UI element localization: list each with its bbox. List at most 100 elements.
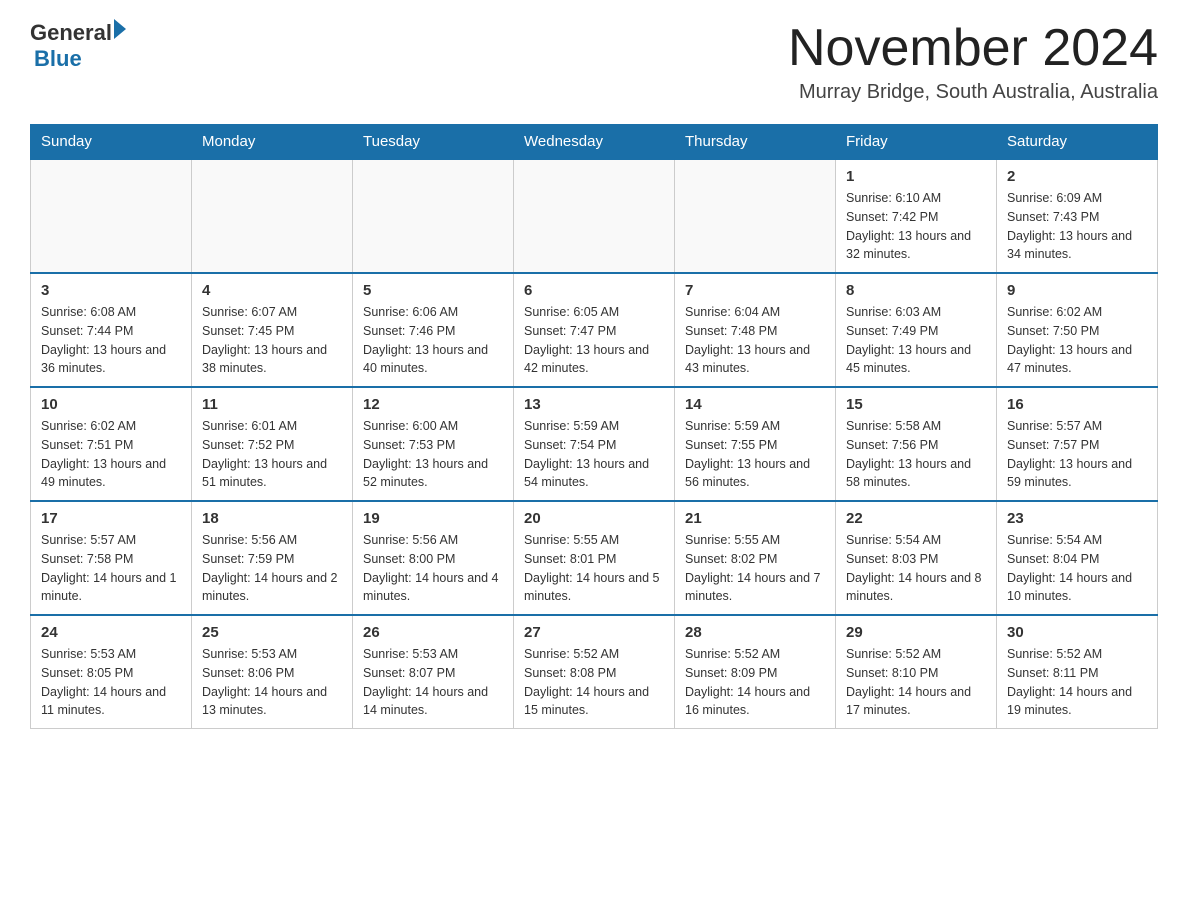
day-info: Sunrise: 6:10 AM Sunset: 7:42 PM Dayligh… — [846, 189, 986, 264]
day-number: 27 — [524, 624, 664, 641]
day-info: Sunrise: 5:57 AM Sunset: 7:58 PM Dayligh… — [41, 531, 181, 606]
calendar-cell: 11Sunrise: 6:01 AM Sunset: 7:52 PM Dayli… — [192, 387, 353, 501]
calendar-cell: 30 Sunrise: 5:52 AM Sunset: 8:11 PM Dayli… — [997, 615, 1158, 729]
calendar-table: SundayMondayTuesdayWednesdayThursdayFrid… — [30, 124, 1158, 729]
day-number: 28 — [685, 624, 825, 641]
day-number: 14 — [685, 396, 825, 413]
calendar-cell — [675, 159, 836, 273]
day-number: 6 — [524, 282, 664, 299]
day-number: 24 — [41, 624, 181, 641]
day-number: 16 — [1007, 396, 1147, 413]
day-info: Sunrise: 5:55 AM Sunset: 8:01 PM Dayligh… — [524, 531, 664, 606]
calendar-cell: 21 Sunrise: 5:55 AM Sunset: 8:02 PM Dayli… — [675, 501, 836, 615]
calendar-cell: 14Sunrise: 5:59 AM Sunset: 7:55 PM Dayli… — [675, 387, 836, 501]
day-number: 12 — [363, 396, 503, 413]
day-info: Sunrise: 5:52 AM Sunset: 8:11 PM Dayligh… — [1007, 645, 1147, 720]
day-number: 1 — [846, 168, 986, 185]
logo-general: General — [30, 20, 112, 46]
calendar-header-tuesday: Tuesday — [353, 125, 514, 160]
calendar-header-row: SundayMondayTuesdayWednesdayThursdayFrid… — [31, 125, 1158, 160]
day-number: 17 — [41, 510, 181, 527]
day-number: 15 — [846, 396, 986, 413]
day-number: 8 — [846, 282, 986, 299]
calendar-cell — [192, 159, 353, 273]
calendar-cell: 19 Sunrise: 5:56 AM Sunset: 8:00 PM Dayli… — [353, 501, 514, 615]
title-section: November 2024 Murray Bridge, South Austr… — [788, 20, 1158, 104]
calendar-cell: 16 Sunrise: 5:57 AM Sunset: 7:57 PM Dayli… — [997, 387, 1158, 501]
day-info: Sunrise: 5:53 AM Sunset: 8:07 PM Dayligh… — [363, 645, 503, 720]
day-number: 7 — [685, 282, 825, 299]
day-number: 2 — [1007, 168, 1147, 185]
calendar-cell — [514, 159, 675, 273]
day-number: 19 — [363, 510, 503, 527]
day-info: Sunrise: 5:56 AM Sunset: 8:00 PM Dayligh… — [363, 531, 503, 606]
page-header: General Blue November 2024 Murray Bridge… — [30, 20, 1158, 104]
calendar-cell — [353, 159, 514, 273]
logo: General Blue — [30, 20, 126, 72]
day-number: 5 — [363, 282, 503, 299]
calendar-cell: 6 Sunrise: 6:05 AM Sunset: 7:47 PM Daylig… — [514, 273, 675, 387]
day-info: Sunrise: 6:09 AM Sunset: 7:43 PM Dayligh… — [1007, 189, 1147, 264]
day-info: Sunrise: 6:08 AM Sunset: 7:44 PM Dayligh… — [41, 303, 181, 378]
calendar-cell: 29 Sunrise: 5:52 AM Sunset: 8:10 PM Dayli… — [836, 615, 997, 729]
week-row-2: 3 Sunrise: 6:08 AM Sunset: 7:44 PM Daylig… — [31, 273, 1158, 387]
day-number: 3 — [41, 282, 181, 299]
day-number: 22 — [846, 510, 986, 527]
day-info: Sunrise: 5:52 AM Sunset: 8:10 PM Dayligh… — [846, 645, 986, 720]
logo-arrow-icon — [114, 19, 126, 39]
calendar-header-monday: Monday — [192, 125, 353, 160]
calendar-cell: 5 Sunrise: 6:06 AM Sunset: 7:46 PM Daylig… — [353, 273, 514, 387]
day-number: 20 — [524, 510, 664, 527]
calendar-cell: 18Sunrise: 5:56 AM Sunset: 7:59 PM Dayli… — [192, 501, 353, 615]
day-number: 9 — [1007, 282, 1147, 299]
calendar-cell: 26 Sunrise: 5:53 AM Sunset: 8:07 PM Dayli… — [353, 615, 514, 729]
location-title: Murray Bridge, South Australia, Australi… — [788, 81, 1158, 104]
calendar-cell: 25Sunrise: 5:53 AM Sunset: 8:06 PM Dayli… — [192, 615, 353, 729]
day-info: Sunrise: 6:04 AM Sunset: 7:48 PM Dayligh… — [685, 303, 825, 378]
week-row-3: 10Sunrise: 6:02 AM Sunset: 7:51 PM Dayli… — [31, 387, 1158, 501]
day-number: 13 — [524, 396, 664, 413]
day-info: Sunrise: 5:58 AM Sunset: 7:56 PM Dayligh… — [846, 417, 986, 492]
day-number: 29 — [846, 624, 986, 641]
calendar-header-wednesday: Wednesday — [514, 125, 675, 160]
calendar-cell: 15 Sunrise: 5:58 AM Sunset: 7:56 PM Dayli… — [836, 387, 997, 501]
day-info: Sunrise: 6:06 AM Sunset: 7:46 PM Dayligh… — [363, 303, 503, 378]
calendar-cell: 13 Sunrise: 5:59 AM Sunset: 7:54 PM Dayli… — [514, 387, 675, 501]
calendar-cell: 2 Sunrise: 6:09 AM Sunset: 7:43 PM Daylig… — [997, 159, 1158, 273]
calendar-cell: 7 Sunrise: 6:04 AM Sunset: 7:48 PM Daylig… — [675, 273, 836, 387]
day-number: 11 — [202, 396, 342, 413]
day-number: 21 — [685, 510, 825, 527]
calendar-cell — [31, 159, 192, 273]
calendar-header-sunday: Sunday — [31, 125, 192, 160]
day-info: Sunrise: 5:55 AM Sunset: 8:02 PM Dayligh… — [685, 531, 825, 606]
day-number: 30 — [1007, 624, 1147, 641]
calendar-cell: 1 Sunrise: 6:10 AM Sunset: 7:42 PM Daylig… — [836, 159, 997, 273]
day-number: 23 — [1007, 510, 1147, 527]
calendar-cell: 4Sunrise: 6:07 AM Sunset: 7:45 PM Daylig… — [192, 273, 353, 387]
day-info: Sunrise: 5:52 AM Sunset: 8:09 PM Dayligh… — [685, 645, 825, 720]
day-info: Sunrise: 5:57 AM Sunset: 7:57 PM Dayligh… — [1007, 417, 1147, 492]
day-number: 10 — [41, 396, 181, 413]
day-info: Sunrise: 5:59 AM Sunset: 7:54 PM Dayligh… — [524, 417, 664, 492]
day-info: Sunrise: 6:02 AM Sunset: 7:50 PM Dayligh… — [1007, 303, 1147, 378]
calendar-cell: 17 Sunrise: 5:57 AM Sunset: 7:58 PM Dayli… — [31, 501, 192, 615]
week-row-5: 24 Sunrise: 5:53 AM Sunset: 8:05 PM Dayli… — [31, 615, 1158, 729]
day-info: Sunrise: 6:07 AM Sunset: 7:45 PM Dayligh… — [202, 303, 342, 378]
day-info: Sunrise: 5:53 AM Sunset: 8:05 PM Dayligh… — [41, 645, 181, 720]
day-info: Sunrise: 5:52 AM Sunset: 8:08 PM Dayligh… — [524, 645, 664, 720]
day-info: Sunrise: 5:54 AM Sunset: 8:04 PM Dayligh… — [1007, 531, 1147, 606]
day-info: Sunrise: 6:05 AM Sunset: 7:47 PM Dayligh… — [524, 303, 664, 378]
calendar-header-friday: Friday — [836, 125, 997, 160]
calendar-cell: 9 Sunrise: 6:02 AM Sunset: 7:50 PM Daylig… — [997, 273, 1158, 387]
day-number: 18 — [202, 510, 342, 527]
month-title: November 2024 — [788, 20, 1158, 77]
day-number: 26 — [363, 624, 503, 641]
day-info: Sunrise: 6:03 AM Sunset: 7:49 PM Dayligh… — [846, 303, 986, 378]
calendar-cell: 22 Sunrise: 5:54 AM Sunset: 8:03 PM Dayli… — [836, 501, 997, 615]
calendar-cell: 23 Sunrise: 5:54 AM Sunset: 8:04 PM Dayli… — [997, 501, 1158, 615]
calendar-header-thursday: Thursday — [675, 125, 836, 160]
week-row-4: 17 Sunrise: 5:57 AM Sunset: 7:58 PM Dayli… — [31, 501, 1158, 615]
calendar-cell: 24 Sunrise: 5:53 AM Sunset: 8:05 PM Dayli… — [31, 615, 192, 729]
day-info: Sunrise: 5:54 AM Sunset: 8:03 PM Dayligh… — [846, 531, 986, 606]
week-row-1: 1 Sunrise: 6:10 AM Sunset: 7:42 PM Daylig… — [31, 159, 1158, 273]
